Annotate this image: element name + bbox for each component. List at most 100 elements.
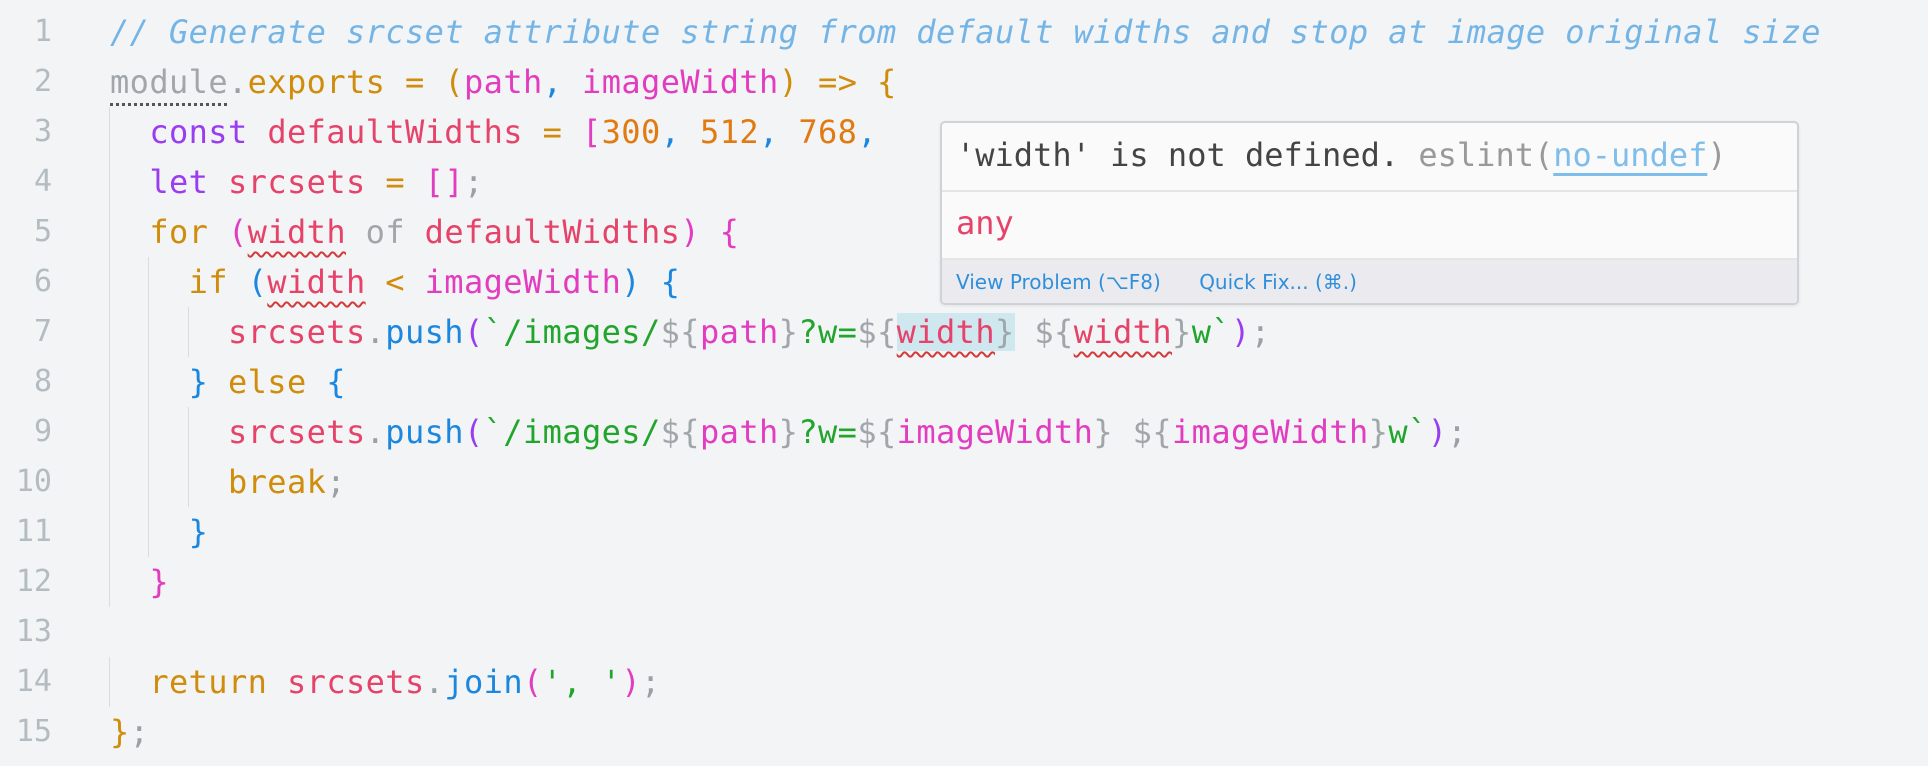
line-number[interactable]: 15 bbox=[0, 707, 52, 757]
indent-guide bbox=[109, 207, 110, 257]
code-token: } bbox=[149, 563, 169, 601]
line-number[interactable]: 9 bbox=[0, 407, 52, 457]
code-text: } bbox=[189, 507, 209, 557]
code-token: if bbox=[188, 263, 248, 301]
code-token: } bbox=[188, 513, 209, 551]
line-number[interactable]: 11 bbox=[0, 507, 52, 557]
code-token: defaultWidths bbox=[424, 213, 681, 251]
code-text: return srcsets.join(', '); bbox=[149, 657, 660, 707]
code-token: } bbox=[1093, 413, 1113, 451]
code-token: ${ bbox=[857, 413, 897, 451]
code-token: join bbox=[444, 663, 523, 701]
line-number[interactable]: 3 bbox=[0, 107, 52, 157]
indent-guide bbox=[148, 307, 150, 357]
code-token: } bbox=[778, 313, 799, 351]
line-number[interactable]: 6 bbox=[0, 257, 52, 307]
code-token: return bbox=[149, 663, 287, 701]
code-text: for (width of defaultWidths) { bbox=[149, 207, 739, 257]
hover-tooltip: 'width' is not defined. eslint(no-undef)… bbox=[940, 121, 1799, 305]
code-token: ?w= bbox=[798, 413, 858, 451]
code-token: , bbox=[542, 63, 583, 101]
code-token: } bbox=[188, 363, 209, 401]
code-token: ${ bbox=[1132, 413, 1173, 451]
tooltip-actions: View Problem (⌥F8) Quick Fix... (⌘.) bbox=[942, 260, 1797, 303]
code-token: srcsets bbox=[227, 413, 366, 451]
code-line[interactable]: 9 srcsets.push(`/images/${path}?w=${image… bbox=[0, 407, 1928, 457]
code-text: const defaultWidths = [300, 512, 768, bbox=[149, 107, 877, 157]
code-token: srcsets bbox=[227, 313, 366, 351]
code-token: ( bbox=[463, 413, 484, 451]
indent-guide bbox=[109, 257, 110, 307]
code-token: ( bbox=[227, 213, 248, 251]
code-token: ?w= bbox=[798, 313, 858, 351]
code-token: ; bbox=[641, 663, 661, 701]
error-token: width bbox=[896, 313, 995, 351]
view-problem-button[interactable]: View Problem (⌥F8) bbox=[956, 270, 1161, 294]
line-number[interactable]: 7 bbox=[0, 307, 52, 357]
code-token: ( bbox=[444, 63, 465, 101]
code-token: ${ bbox=[660, 313, 700, 351]
code-line[interactable]: 12} bbox=[0, 557, 1928, 607]
code-token: exports bbox=[247, 63, 386, 101]
code-token: . bbox=[365, 313, 386, 351]
code-token: srcsets bbox=[286, 663, 425, 701]
code-text: } else { bbox=[189, 357, 346, 407]
code-token: } bbox=[1172, 313, 1192, 351]
code-text: break; bbox=[228, 457, 346, 507]
indent-guide bbox=[187, 407, 189, 457]
line-number[interactable]: 10 bbox=[0, 457, 52, 507]
quick-fix-button[interactable]: Quick Fix... (⌘.) bbox=[1199, 270, 1357, 294]
indent-guide bbox=[109, 407, 110, 457]
code-line[interactable]: 10 break; bbox=[0, 457, 1928, 507]
code-token: ( bbox=[247, 263, 268, 301]
code-token: } bbox=[995, 313, 1015, 351]
code-line[interactable]: 11} bbox=[0, 507, 1928, 557]
line-number[interactable]: 14 bbox=[0, 657, 52, 707]
code-line[interactable]: 15}; bbox=[0, 707, 1928, 757]
indent-guide bbox=[109, 357, 110, 407]
code-line[interactable]: 13 bbox=[0, 607, 1928, 657]
code-line[interactable]: 7 srcsets.push(`/images/${path}?w=${width… bbox=[0, 307, 1928, 357]
code-token: module bbox=[110, 63, 228, 101]
code-token: ${ bbox=[660, 413, 700, 451]
code-token: = bbox=[385, 63, 445, 101]
line-number[interactable]: 13 bbox=[0, 607, 52, 657]
code-line[interactable]: 1 // Generate srcset attribute string fro… bbox=[0, 7, 1928, 57]
code-token: } bbox=[778, 413, 799, 451]
code-token: . bbox=[228, 63, 248, 101]
tooltip-message-row: 'width' is not defined. eslint(no-undef) bbox=[942, 123, 1797, 192]
indent-guide bbox=[109, 657, 110, 707]
code-token: imageWidth bbox=[1172, 413, 1369, 451]
code-token: ; bbox=[129, 713, 150, 751]
code-text: srcsets.push(`/images/${path}?w=${imageW… bbox=[228, 407, 1467, 457]
line-number[interactable]: 5 bbox=[0, 207, 52, 257]
code-line[interactable]: 8 } else { bbox=[0, 357, 1928, 407]
code-token: imageWidth bbox=[896, 413, 1094, 451]
code-token: } bbox=[1368, 413, 1389, 451]
code-token: . bbox=[424, 663, 445, 701]
code-line[interactable]: 2 module.exports = (path, imageWidth) => … bbox=[0, 57, 1928, 107]
code-token: 768 bbox=[798, 113, 858, 151]
code-token: ; bbox=[464, 163, 484, 201]
code-token: ${ bbox=[857, 313, 897, 351]
code-token: ) bbox=[1427, 413, 1448, 451]
line-number[interactable]: 4 bbox=[0, 157, 52, 207]
code-line[interactable]: 14 return srcsets.join(', '); bbox=[0, 657, 1928, 707]
code-text: srcsets.push(`/images/${path}?w=${width}… bbox=[228, 307, 1270, 357]
code-token: imageWidth bbox=[424, 263, 622, 301]
code-token: `/images/ bbox=[483, 413, 661, 451]
line-number[interactable]: 8 bbox=[0, 357, 52, 407]
rule-link[interactable]: no-undef bbox=[1553, 136, 1707, 174]
code-token: // Generate srcset attribute string from… bbox=[110, 13, 1821, 51]
indent-guide bbox=[148, 357, 150, 407]
line-number[interactable]: 1 bbox=[0, 7, 52, 57]
code-token: of bbox=[345, 213, 425, 251]
line-number[interactable]: 12 bbox=[0, 557, 52, 607]
code-token: ) bbox=[1231, 313, 1251, 351]
code-token: ) bbox=[680, 213, 700, 251]
code-token: { bbox=[877, 63, 897, 101]
code-token: [ bbox=[581, 113, 602, 151]
line-number[interactable]: 2 bbox=[0, 57, 52, 107]
